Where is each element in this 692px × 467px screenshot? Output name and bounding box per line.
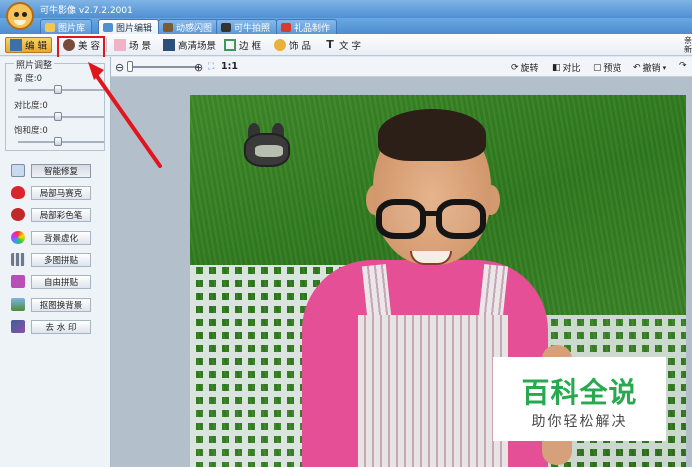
right-edge-label: 亲新 [684,36,692,54]
photo-adjust-group: 照片调整 高 度:0 对比度:0 饱和度:0 [5,58,105,151]
mosaic-button[interactable]: 局部马赛克 [31,186,91,200]
saturation-label: 饱和度:0 [14,126,48,136]
tab-gift[interactable]: 礼品制作 [276,19,338,34]
chevron-down-icon: ▾ [662,63,667,72]
tab-image-edit[interactable]: 图片编辑 [98,19,160,34]
app-title: 可牛影像 v2.7.2.2001 [40,6,133,16]
preview-icon: ▢ [593,62,602,73]
undo-button[interactable]: ↶ 撤销 ▾ [633,61,667,75]
decoration-icon [274,39,286,51]
text-icon: T [326,38,334,51]
frame-icon [224,39,236,51]
canvas-toolbar: ⊖ ⊕ ⛶ 1:1 ⟳ 旋转 ◧ 对比 ▢ 预览 ↶ 撤销 ▾ ↷ [111,57,692,77]
contrast-slider-thumb[interactable] [54,112,62,121]
color-pen-icon [11,208,25,221]
compare-button[interactable]: ◧ 对比 [552,61,581,75]
cutout-icon [11,298,25,311]
mosaic-icon [11,186,25,199]
scene-icon [114,39,126,51]
zoom-out-icon[interactable]: ⊖ [115,61,124,74]
title-bar: 可牛影像 v2.7.2.2001 [0,0,692,18]
remove-watermark-button[interactable]: 去 水 印 [31,320,91,334]
fit-window-icon[interactable]: ⛶ [208,62,214,72]
brightness-label: 高 度:0 [14,74,42,84]
watermark-badge: 百科全说 助你轻松解决 [493,357,666,441]
blur-background-icon [11,231,25,244]
brightness-slider-thumb[interactable] [54,85,62,94]
smart-repair-button[interactable]: 智能修复 [31,164,91,178]
subtool-scene[interactable]: 场 景 [110,37,155,53]
tab-camera[interactable]: 可牛拍照 [216,19,278,34]
image-library-icon [45,22,55,32]
highlight-box [57,36,105,59]
flash-image-icon [163,22,173,32]
gift-icon [281,22,291,32]
subtool-frame[interactable]: 边 框 [220,37,265,53]
image-edit-icon [103,22,113,32]
camera-icon [221,22,231,32]
redo-icon[interactable]: ↷ [679,61,687,71]
subtool-hd-scene[interactable]: 高清场景 [159,37,220,53]
watermark-title: 百科全说 [521,376,638,409]
preview-button[interactable]: ▢ 预览 [593,61,622,75]
free-collage-button[interactable]: 自由拼贴 [31,275,91,289]
multi-collage-icon [11,253,25,266]
rotate-icon: ⟳ [511,62,519,73]
garden-sign [242,123,292,183]
subtool-edit[interactable]: 编 辑 [5,37,53,53]
subtool-decoration[interactable]: 饰 品 [270,37,315,53]
hd-scene-icon [163,39,175,51]
color-pen-button[interactable]: 局部彩色笔 [31,208,91,222]
contrast-label: 对比度:0 [14,101,48,111]
actual-size-button[interactable]: 1:1 [221,61,238,72]
zoom-slider-thumb[interactable] [127,61,133,72]
saturation-slider-thumb[interactable] [54,137,62,146]
rotate-button[interactable]: ⟳ 旋转 [511,61,539,75]
subtool-text[interactable]: T 文 字 [320,37,365,53]
main-tab-bar: 图片库 图片编辑 动感闪图 可牛拍照 礼品制作 [0,18,692,34]
tab-flash-image[interactable]: 动感闪图 [158,19,220,34]
adjust-title: 照片调整 [14,58,55,71]
free-collage-icon [11,275,25,288]
compare-icon: ◧ [552,62,561,73]
tab-image-library[interactable]: 图片库 [40,19,93,34]
edit-icon [10,39,22,51]
undo-icon: ↶ [633,62,641,73]
remove-watermark-icon [11,320,25,333]
smart-repair-icon [11,164,25,177]
zoom-slider-track[interactable] [129,66,199,68]
blur-background-button[interactable]: 背景虚化 [31,231,91,245]
watermark-subtitle: 助你轻松解决 [531,414,628,430]
app-logo-icon [6,2,34,30]
cutout-button[interactable]: 抠图换背景 [31,298,91,312]
multi-collage-button[interactable]: 多图拼贴 [31,253,91,267]
left-panel: 照片调整 高 度:0 对比度:0 饱和度:0 智能修复 局部马赛克 局部彩色笔 … [0,57,111,467]
zoom-in-icon[interactable]: ⊕ [194,61,203,74]
